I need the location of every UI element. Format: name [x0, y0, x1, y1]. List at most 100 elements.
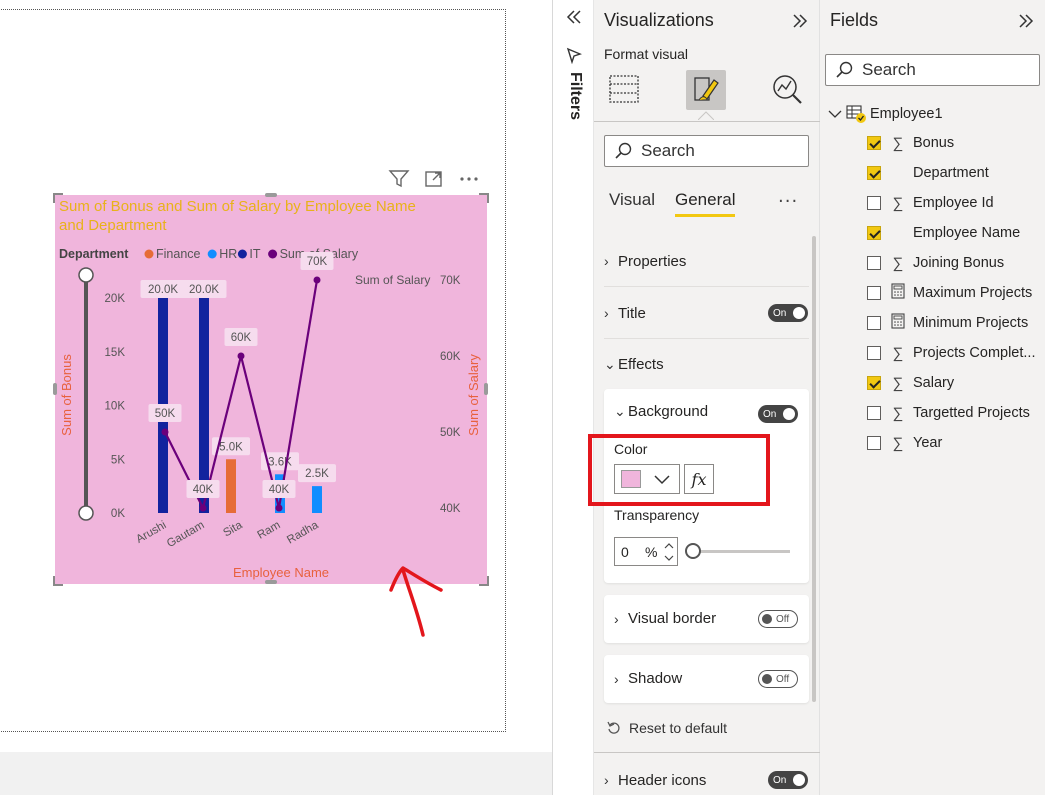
toggle-text: On: [773, 307, 787, 319]
resize-handle-bottom[interactable]: [265, 580, 277, 584]
background-toggle[interactable]: On: [758, 405, 798, 423]
field-checkbox[interactable]: [867, 406, 881, 420]
field-item[interactable]: Department: [867, 161, 989, 185]
double-chevron-left-icon[interactable]: [565, 9, 583, 29]
divider: [594, 752, 820, 753]
bar-series: 20.0K 20.0K 5.0K 3.6K 2.5K: [140, 280, 336, 513]
combo-chart-visual[interactable]: Sum of Bonus and Sum of Salary by Employ…: [55, 195, 487, 584]
visual-border-header[interactable]: › Visual border: [614, 610, 716, 627]
data-label: 20.0K: [148, 284, 178, 296]
field-label: Bonus: [913, 135, 955, 151]
zoom-slider[interactable]: [78, 267, 94, 521]
filters-pane[interactable]: Filters: [552, 0, 594, 795]
viz-search-input[interactable]: Search: [604, 135, 809, 167]
legend-marker: [268, 249, 278, 259]
scrollbar[interactable]: [812, 236, 816, 702]
field-item[interactable]: Maximum Projects: [867, 281, 1032, 305]
section-effects[interactable]: ⌄ Effects: [604, 344, 809, 384]
filter-icon[interactable]: [388, 169, 410, 193]
visual-border-toggle[interactable]: Off: [758, 610, 798, 628]
field-checkbox[interactable]: [867, 226, 881, 240]
transparency-slider-track[interactable]: [688, 550, 790, 553]
shadow-header[interactable]: › Shadow: [614, 670, 682, 687]
legend-item[interactable]: HR: [219, 247, 237, 261]
legend-item[interactable]: Finance: [156, 247, 201, 261]
line-point[interactable]: [237, 352, 245, 360]
resize-handle-bottom-right[interactable]: [479, 576, 489, 586]
header-icons-label: Header icons: [618, 771, 707, 789]
field-item[interactable]: ∑ Year: [867, 431, 942, 455]
background-header[interactable]: ⌄ Background: [614, 403, 708, 420]
line-point[interactable]: [313, 276, 321, 284]
field-item[interactable]: ∑ Joining Bonus: [867, 251, 1004, 275]
chevron-right-icon: ›: [604, 253, 609, 269]
line-point[interactable]: [161, 428, 169, 436]
filters-label[interactable]: Filters: [566, 72, 584, 120]
resize-handle-bottom-left[interactable]: [53, 576, 63, 586]
expand-chevron-icon[interactable]: [791, 13, 809, 33]
field-item[interactable]: ∑ Targetted Projects: [867, 401, 1030, 425]
header-icons-toggle[interactable]: On: [768, 771, 808, 789]
fields-search-input[interactable]: Search: [825, 54, 1040, 86]
table-icon: [846, 105, 866, 123]
field-checkbox[interactable]: [867, 286, 881, 300]
shadow-toggle[interactable]: Off: [758, 670, 798, 688]
title-toggle[interactable]: On: [768, 304, 808, 322]
transparency-input[interactable]: 0 %: [614, 537, 678, 566]
resize-handle-top-left[interactable]: [53, 193, 63, 203]
field-checkbox[interactable]: [867, 196, 881, 210]
field-checkbox[interactable]: [867, 346, 881, 360]
transparency-slider-thumb[interactable]: [685, 543, 701, 559]
field-item[interactable]: Employee Name: [867, 221, 1020, 245]
resize-handle-top[interactable]: [265, 193, 277, 197]
expand-chevron-icon[interactable]: [1017, 13, 1035, 33]
legend-item[interactable]: IT: [249, 247, 260, 261]
y-tick-label: 0K: [111, 508, 125, 520]
analytics-icon[interactable]: [770, 72, 804, 110]
field-item[interactable]: Minimum Projects: [867, 311, 1028, 335]
background-label: Background: [628, 403, 709, 420]
bar[interactable]: [226, 459, 236, 513]
tab-general[interactable]: General: [675, 190, 736, 217]
line-point[interactable]: [275, 504, 283, 512]
y2-tick-label: 60K: [440, 351, 461, 363]
field-checkbox[interactable]: [867, 256, 881, 270]
more-options-icon[interactable]: [458, 169, 480, 193]
field-item[interactable]: ∑ Bonus: [867, 131, 954, 155]
table-employee1[interactable]: Employee1: [828, 102, 943, 126]
salary-line[interactable]: [164, 279, 319, 512]
format-visual-icon[interactable]: [686, 70, 726, 110]
filter-outline-icon: [565, 46, 583, 68]
reset-label: Reset to default: [629, 720, 728, 736]
zoom-slider-handle-bottom[interactable]: [78, 505, 94, 521]
field-checkbox[interactable]: [867, 376, 881, 390]
visualizations-pane: Visualizations Format visual Search Visu…: [588, 0, 820, 795]
field-checkbox[interactable]: [867, 316, 881, 330]
field-item[interactable]: ∑ Employee Id: [867, 191, 994, 215]
field-checkbox[interactable]: [867, 436, 881, 450]
resize-handle-right[interactable]: [484, 383, 488, 395]
bar[interactable]: [312, 486, 322, 513]
tab-visual[interactable]: Visual: [609, 190, 655, 210]
field-item[interactable]: ∑ Salary: [867, 371, 954, 395]
zoom-slider-handle-top[interactable]: [78, 267, 94, 283]
chevron-right-icon: ›: [614, 610, 619, 627]
field-label: Minimum Projects: [913, 315, 1029, 331]
field-checkbox[interactable]: [867, 136, 881, 150]
reset-to-default-button[interactable]: Reset to default: [606, 720, 727, 736]
focus-mode-icon[interactable]: [424, 169, 444, 193]
line-point[interactable]: [199, 504, 207, 512]
build-visual-icon[interactable]: [607, 72, 641, 110]
spinner-icon[interactable]: [663, 540, 675, 564]
legend-title: Department: [59, 247, 129, 261]
visual-border-card[interactable]: › Visual border Off: [604, 595, 809, 643]
more-tabs-icon[interactable]: ...: [778, 186, 798, 207]
resize-handle-left[interactable]: [53, 383, 57, 395]
shadow-card[interactable]: › Shadow Off: [604, 655, 809, 703]
section-properties[interactable]: › Properties: [604, 241, 809, 281]
x-tick-label: Arushi: [134, 519, 168, 546]
field-item[interactable]: ∑ Projects Complet...: [867, 341, 1036, 365]
field-checkbox[interactable]: [867, 166, 881, 180]
resize-handle-top-right[interactable]: [479, 193, 489, 203]
section-properties-label: Properties: [618, 252, 687, 270]
